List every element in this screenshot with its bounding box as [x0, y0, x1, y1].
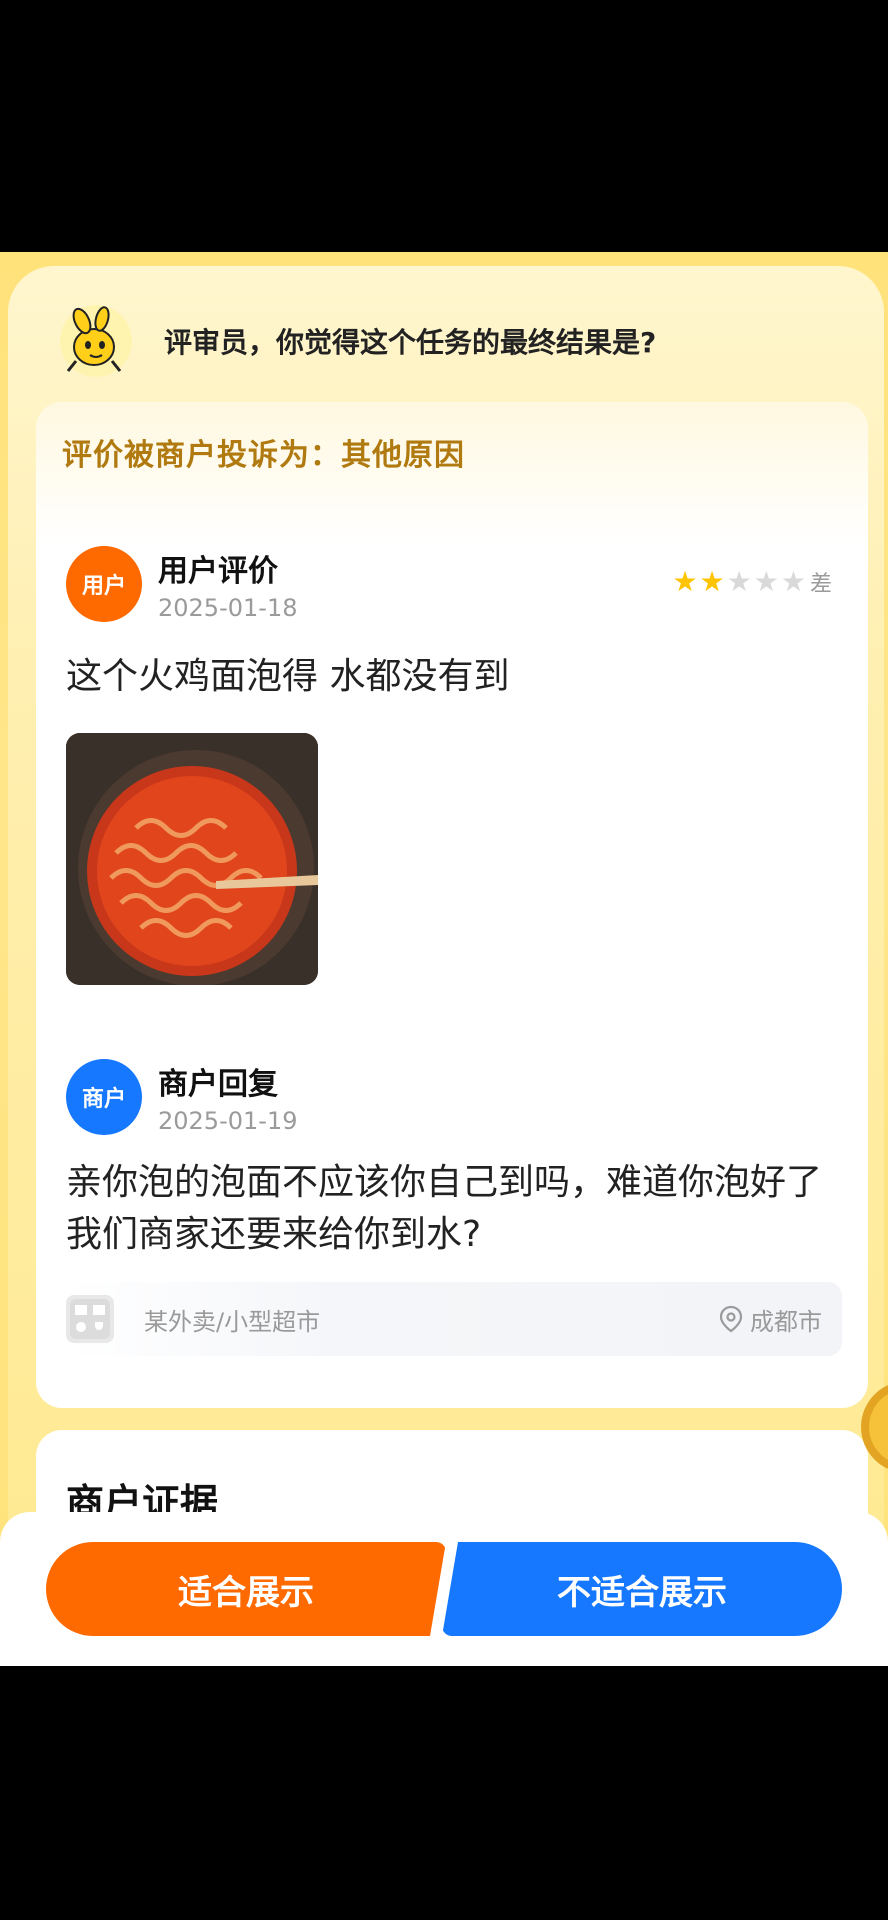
star-icon: ★	[753, 565, 779, 598]
action-footer: 适合展示 不适合展示	[0, 1512, 888, 1666]
suitable-button[interactable]: 适合展示	[46, 1542, 446, 1636]
merchant-reply-title: 商户回复	[158, 1067, 278, 1102]
coin-icon[interactable]	[855, 1377, 888, 1477]
rating-label: 差	[809, 572, 832, 597]
shop-icon	[66, 1295, 114, 1343]
review-question: 评审员，你觉得这个任务的最终结果是?	[164, 326, 657, 359]
shop-location: 成都市	[718, 1302, 822, 1337]
review-card: 评价被商户投诉为：其他原因 用户 用户评价 2025-01-18 ★ ★ ★ ★…	[36, 402, 868, 1408]
merchant-reply-date: 2025-01-19	[158, 1107, 298, 1135]
shop-location-text: 成都市	[750, 1307, 822, 1336]
user-avatar: 用户	[66, 546, 142, 622]
rating-stars: ★ ★ ★ ★ ★ 差	[670, 566, 832, 598]
complaint-band: 评价被商户投诉为：其他原因	[36, 402, 868, 542]
merchant-avatar: 商户	[66, 1059, 142, 1135]
unsuitable-button[interactable]: 不适合展示	[442, 1542, 842, 1636]
shop-name: 某外卖/小型超市	[144, 1307, 321, 1336]
user-review-header: 用户 用户评价 2025-01-18	[66, 546, 297, 622]
merchant-reply-header: 商户 商户回复 2025-01-19	[66, 1059, 297, 1135]
star-icon: ★	[780, 565, 806, 598]
star-icon: ★	[699, 565, 725, 598]
merchant-reply-text: 亲你泡的泡面不应该你自己到吗，难道你泡好了我们商家还要来给你到水?	[66, 1162, 823, 1255]
review-panel: 评审员，你觉得这个任务的最终结果是? 评价被商户投诉为：其他原因 用户 用户评价…	[8, 266, 884, 1666]
screen: 评审员，你觉得这个任务的最终结果是? 评价被商户投诉为：其他原因 用户 用户评价…	[0, 252, 888, 1666]
user-review-text: 这个火鸡面泡得 水都没有到	[66, 656, 510, 697]
review-photo[interactable]	[66, 733, 318, 985]
location-pin-icon	[719, 1305, 743, 1333]
user-review-date: 2025-01-18	[158, 594, 298, 622]
noodles-image-icon	[66, 733, 318, 985]
star-icon: ★	[726, 565, 752, 598]
header: 评审员，你觉得这个任务的最终结果是?	[56, 301, 656, 381]
user-review-title: 用户评价	[158, 554, 278, 589]
star-icon: ★	[672, 565, 698, 598]
shop-bar[interactable]: 某外卖/小型超市 成都市	[66, 1282, 842, 1356]
mascot-icon	[60, 305, 132, 377]
complaint-reason: 评价被商户投诉为：其他原因	[62, 438, 465, 473]
